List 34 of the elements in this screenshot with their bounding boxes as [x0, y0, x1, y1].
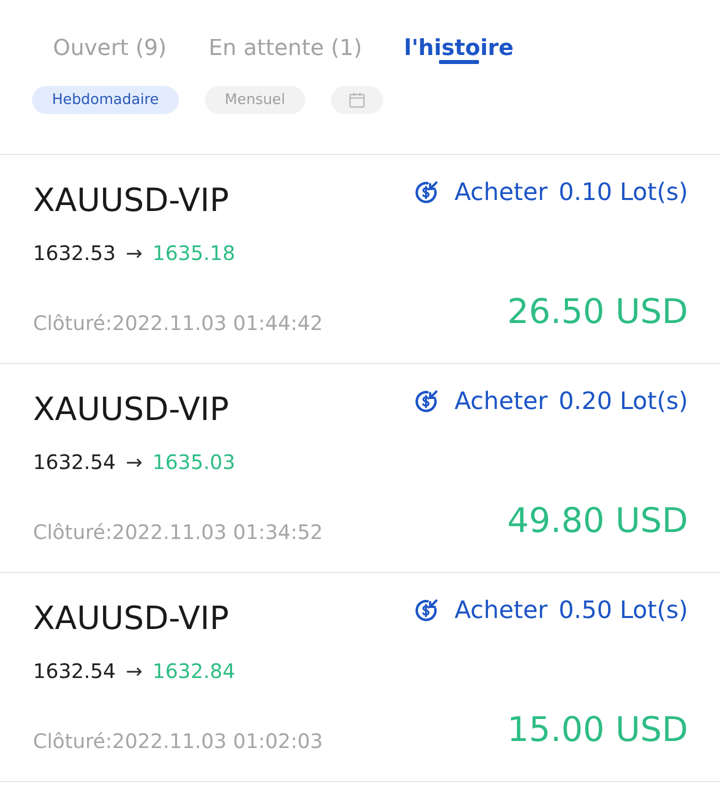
profit-amount: 15.00 USD: [507, 710, 688, 750]
order-side: Acheter: [454, 386, 548, 416]
lot-size: 0.50 Lot(s): [558, 595, 688, 625]
order-side: Acheter: [454, 177, 548, 207]
dollar-circle-arrow-icon: [414, 388, 440, 414]
profit-amount: 26.50 USD: [507, 292, 688, 332]
lot-size: 0.10 Lot(s): [558, 177, 688, 207]
dollar-circle-arrow-icon: [414, 180, 440, 204]
filter-chip[interactable]: Mensuel: [204, 86, 306, 114]
symbol-name: XAUUSD-VIP: [33, 180, 229, 221]
order-side: Acheter: [454, 595, 548, 625]
arrow-sign: →: [126, 658, 142, 684]
arrow-sign: →: [126, 449, 142, 475]
arrow-sign: →: [126, 240, 142, 266]
close-time: Clôturé:2022.11.03 01:44:42: [33, 310, 323, 336]
symbol-name: XAUUSD-VIP: [33, 598, 229, 639]
close-price: 1635.03: [152, 449, 236, 475]
close-time: Clôturé:2022.11.03 01:02:03: [33, 728, 323, 754]
open-price: 1632.54: [33, 658, 116, 684]
tab[interactable]: En attente (1): [208, 0, 362, 78]
dollar-circle-arrow-icon: [414, 598, 440, 622]
symbol-name: XAUUSD-VIP: [33, 389, 229, 430]
close-price: 1632.84: [152, 658, 236, 684]
tab[interactable]: Ouvert (9): [53, 0, 167, 78]
lot-size: 0.20 Lot(s): [558, 386, 688, 416]
close-price: 1635.18: [152, 240, 236, 266]
calendar-icon: [349, 92, 366, 108]
open-price: 1632.54: [33, 449, 116, 475]
close-time: Clôturé:2022.11.03 01:34:52: [33, 519, 323, 545]
profit-amount: 49.80 USD: [507, 501, 688, 541]
date-filter-button[interactable]: [331, 86, 384, 114]
tab[interactable]: l'histoire: [404, 0, 514, 78]
filter-chip[interactable]: Hebdomadaire: [32, 86, 179, 114]
open-price: 1632.53: [33, 240, 116, 266]
